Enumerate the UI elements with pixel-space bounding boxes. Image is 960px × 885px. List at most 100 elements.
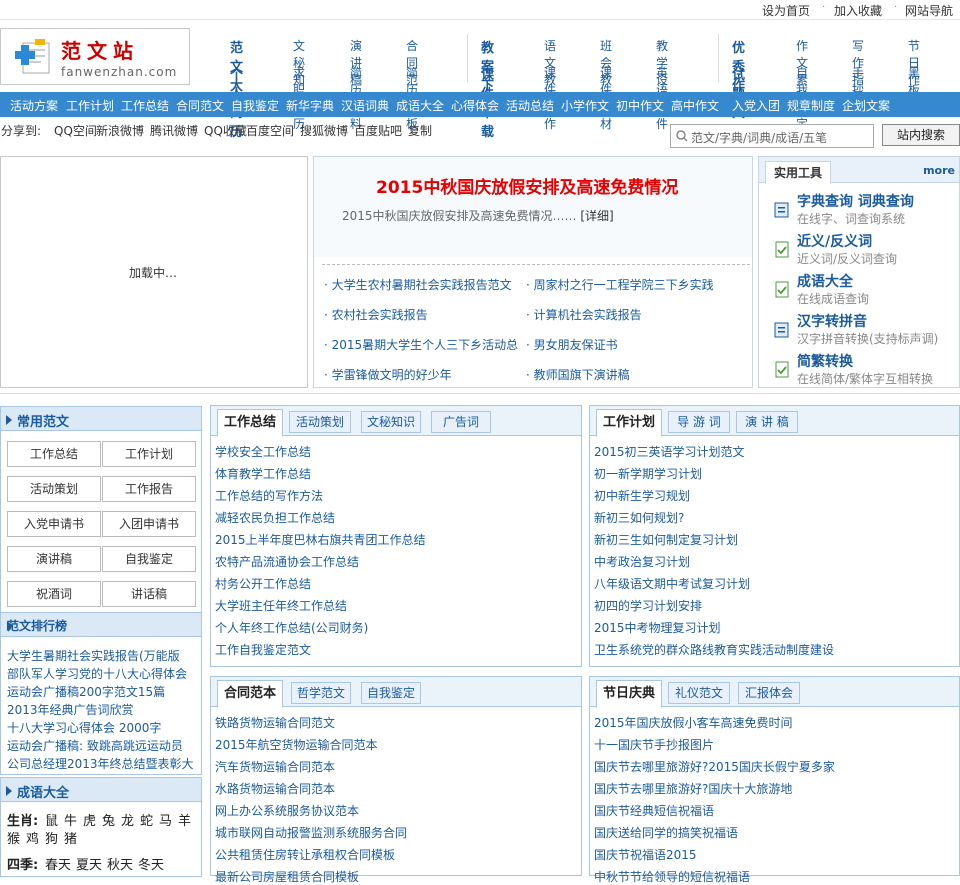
common-button[interactable]: 讲话稿	[102, 581, 196, 607]
tab-philosophy[interactable]: 哲学范文	[291, 682, 351, 704]
main-nav-item[interactable]: 高中作文	[671, 97, 719, 114]
article-link[interactable]: 2015初三英语学习计划范文	[594, 443, 745, 460]
share-baidu-space[interactable]: 百度空间	[246, 122, 294, 139]
rank-item[interactable]: 运动会广播稿200字范文15篇	[7, 683, 165, 700]
main-nav-item[interactable]: 入党入团	[732, 97, 780, 114]
main-nav-item[interactable]: 合同范文	[176, 97, 224, 114]
tab-secretary[interactable]: 文秘知识	[361, 411, 421, 433]
detail-link[interactable]: [详细]	[580, 209, 613, 223]
set-homepage-link[interactable]: 设为首页	[762, 2, 810, 19]
main-nav-item[interactable]: 新华字典	[286, 97, 334, 114]
add-favorite-link[interactable]: 加入收藏	[834, 2, 882, 19]
headline-item[interactable]: · 农村社会实践报告	[324, 306, 428, 323]
idiom-link[interactable]: 春天	[45, 854, 71, 873]
rank-item[interactable]: 十八大学习心得体会 2000字	[7, 719, 161, 736]
rank-item[interactable]: 部队军人学习党的十八大心得体会	[7, 665, 187, 682]
article-link[interactable]: 村务公开工作总结	[215, 575, 311, 592]
article-link[interactable]: 初一新学期学习计划	[594, 465, 702, 482]
idiom-link[interactable]: 龙	[121, 810, 134, 829]
site-nav-link[interactable]: 网站导航	[905, 2, 953, 19]
idiom-link[interactable]: 马	[159, 810, 172, 829]
tab-etiquette[interactable]: 礼仪范文	[668, 682, 730, 704]
idiom-link[interactable]: 猪	[64, 828, 77, 847]
article-link[interactable]: 2015年航空货物运输合同范本	[215, 736, 378, 753]
main-nav-item[interactable]: 工作总结	[121, 97, 169, 114]
common-button[interactable]: 演讲稿	[7, 546, 101, 572]
share-qzone[interactable]: QQ空间	[54, 122, 97, 139]
article-link[interactable]: 新初三生如何制定复习计划	[594, 531, 738, 548]
tool-title-dictionary[interactable]: 字典查询 词典查询	[797, 191, 914, 211]
common-button[interactable]: 祝酒词	[7, 581, 101, 607]
tab-activity-plan[interactable]: 活动策划	[289, 411, 351, 433]
headline-item[interactable]: · 学雷锋做文明的好少年	[324, 366, 452, 383]
article-link[interactable]: 新初三如何规划?	[594, 509, 684, 526]
tool-title-pinyin[interactable]: 汉字转拼音	[797, 311, 867, 331]
idiom-link[interactable]: 鼠	[45, 810, 58, 829]
headline-title[interactable]: 2015中秋国庆放假安排及高速免费情况	[376, 173, 678, 198]
idiom-link[interactable]: 狗	[45, 828, 58, 847]
tab-ad-words[interactable]: 广告词	[431, 411, 491, 433]
article-link[interactable]: 国庆节经典短信祝福语	[594, 802, 714, 819]
tab-self-appraisal[interactable]: 自我鉴定	[361, 682, 421, 704]
article-link[interactable]: 2015上半年度巴林右旗共青团工作总结	[215, 531, 426, 548]
article-link[interactable]: 十一国庆节手抄报图片	[594, 736, 714, 753]
idiom-link[interactable]: 牛	[64, 810, 77, 829]
search-input[interactable]: 范文/字典/词典/成语/五笔	[670, 124, 874, 148]
article-link[interactable]: 城市联网自动报警监测系统服务合同	[215, 824, 407, 841]
article-link[interactable]: 中考政治复习计划	[594, 553, 690, 570]
main-nav-item[interactable]: 活动方案	[10, 97, 58, 114]
tool-title-idiom[interactable]: 成语大全	[797, 271, 853, 291]
main-nav-item[interactable]: 自我鉴定	[231, 97, 279, 114]
idiom-link[interactable]: 羊	[178, 810, 191, 829]
tab-tour-guide[interactable]: 导 游 词	[668, 411, 730, 433]
headline-item[interactable]: · 周家村之行一工程学院三下乡实践	[526, 276, 714, 293]
article-link[interactable]: 汽车货物运输合同范本	[215, 758, 335, 775]
article-link[interactable]: 八年级语文期中考试复习计划	[594, 575, 750, 592]
article-link[interactable]: 国庆送给同学的搞笑祝福语	[594, 824, 738, 841]
main-nav-item[interactable]: 成语大全	[396, 97, 444, 114]
article-link[interactable]: 国庆节祝福语2015	[594, 846, 697, 863]
article-link[interactable]: 铁路货物运输合同范文	[215, 714, 335, 731]
article-link[interactable]: 初中新生学习规划	[594, 487, 690, 504]
main-nav-item[interactable]: 汉语词典	[341, 97, 389, 114]
tab-tools[interactable]: 实用工具	[765, 161, 831, 184]
share-sohu[interactable]: 搜狐微博	[300, 122, 348, 139]
headline-item[interactable]: · 计算机社会实践报告	[526, 306, 642, 323]
tool-title-synonym[interactable]: 近义/反义词	[797, 231, 872, 251]
article-link[interactable]: 工作自我鉴定范文	[215, 641, 311, 658]
article-link[interactable]: 水路货物运输合同范本	[215, 780, 335, 797]
tab-report[interactable]: 汇报体会	[738, 682, 800, 704]
tab-work-summary[interactable]: 工作总结	[217, 409, 283, 437]
headline-item[interactable]: · 2015暑期大学生个人三下乡活动总	[324, 336, 518, 353]
main-nav-item[interactable]: 工作计划	[66, 97, 114, 114]
idiom-link[interactable]: 蛇	[140, 810, 153, 829]
article-link[interactable]: 卫生系统党的群众路线教育实践活动制度建设	[594, 641, 834, 658]
more-link[interactable]: more	[923, 164, 955, 177]
common-button[interactable]: 自我鉴定	[102, 546, 196, 572]
rank-item[interactable]: 2013年经典广告词欣赏	[7, 701, 134, 718]
common-button[interactable]: 入团申请书	[102, 511, 196, 537]
share-copy[interactable]: 复制	[408, 122, 432, 139]
rank-item[interactable]: 运动会广播稿: 致跳高跳远运动员	[7, 737, 183, 754]
common-button[interactable]: 工作报告	[102, 476, 196, 502]
article-link[interactable]: 最新公司房屋租赁合同模板	[215, 868, 359, 885]
headline-item[interactable]: · 大学生农村暑期社会实践报告范文	[324, 276, 512, 293]
common-button[interactable]: 入党申请书	[7, 511, 101, 537]
main-nav-item[interactable]: 规章制度	[787, 97, 835, 114]
idiom-link[interactable]: 秋天	[107, 854, 133, 873]
idiom-link[interactable]: 鸡	[26, 828, 39, 847]
share-qq-fav[interactable]: QQ收藏	[204, 122, 247, 139]
article-link[interactable]: 工作总结的写作方法	[215, 487, 323, 504]
article-link[interactable]: 国庆节去哪里旅游好?国庆十大旅游地	[594, 780, 792, 797]
article-link[interactable]: 减轻农民负担工作总结	[215, 509, 335, 526]
search-button[interactable]: 站内搜索	[882, 124, 960, 146]
main-nav-item[interactable]: 活动总结	[506, 97, 554, 114]
article-link[interactable]: 农特产品流通协会工作总结	[215, 553, 359, 570]
site-logo[interactable]: 范文站 fanwenzhan.com	[0, 28, 190, 85]
headline-item[interactable]: · 教师国旗下演讲稿	[526, 366, 630, 383]
rank-item[interactable]: 大学生暑期社会实践报告(万能版	[7, 647, 180, 664]
article-link[interactable]: 公共租赁住房转让承租权合同模板	[215, 846, 395, 863]
tab-festival[interactable]: 节日庆典	[596, 680, 662, 708]
common-button[interactable]: 工作总结	[7, 441, 101, 467]
article-link[interactable]: 网上办公系统服务协议范本	[215, 802, 359, 819]
